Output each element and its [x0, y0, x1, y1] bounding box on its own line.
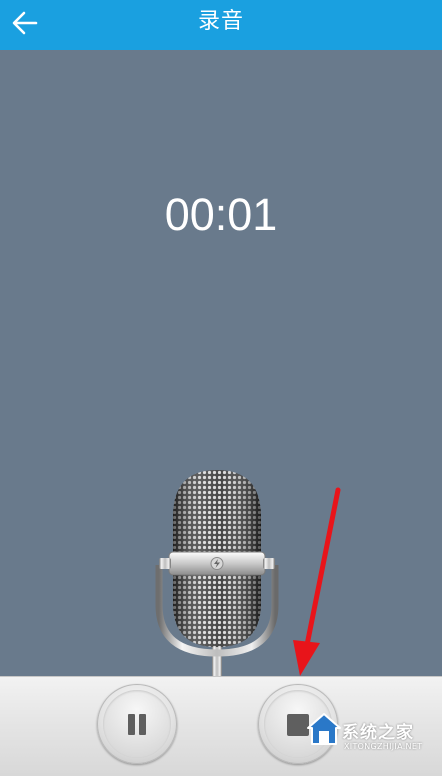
watermark: 系统之家 XITONGZHIJIA.NET: [300, 706, 442, 772]
page-title: 录音: [197, 9, 244, 34]
watermark-name: 系统之家: [342, 723, 414, 743]
microphone-icon: [155, 470, 279, 676]
red-arrow-icon: [293, 487, 341, 676]
pause-button-face: [103, 690, 171, 758]
watermark-site: XITONGZHIJIA.NET: [344, 742, 423, 751]
elapsed-timer: 00:01: [164, 189, 278, 240]
pause-icon: [128, 714, 146, 735]
app-bar: 录音: [0, 0, 442, 50]
pause-button[interactable]: [97, 684, 177, 764]
house-logo-icon: [307, 713, 341, 745]
